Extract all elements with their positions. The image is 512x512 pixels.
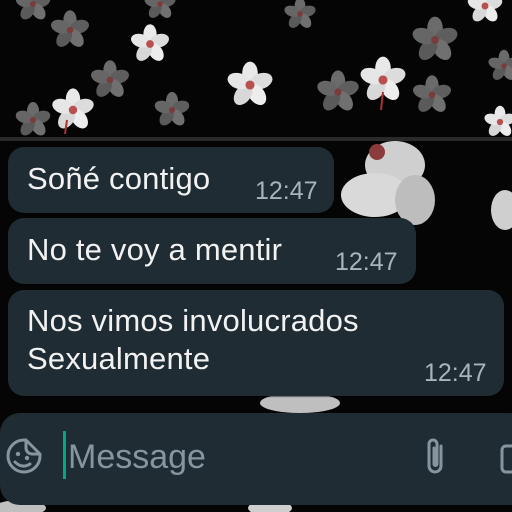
message-timestamp: 12:47 — [335, 248, 398, 276]
message-text: Soñé contigo — [27, 161, 211, 196]
message-input[interactable] — [68, 432, 398, 482]
message-timestamp: 12:47 — [255, 177, 318, 205]
message-bubble[interactable]: Nos vimos involucrados Sexualmente 12:47 — [8, 290, 504, 396]
wallpaper-divider — [0, 137, 512, 141]
message-text: Nos vimos involucrados Sexualmente — [27, 303, 359, 376]
emoji-sticker-icon[interactable] — [4, 436, 44, 476]
message-text: No te voy a mentir — [27, 232, 283, 267]
paperclip-icon[interactable] — [421, 436, 451, 478]
message-bubble[interactable]: Soñé contigo 12:47 — [8, 147, 334, 213]
message-bubble[interactable]: No te voy a mentir 12:47 — [8, 218, 416, 284]
message-timestamp: 12:47 — [424, 359, 487, 387]
camera-icon[interactable] — [499, 440, 512, 476]
text-cursor — [63, 431, 66, 479]
chat-screen: Soñé contigo 12:47 No te voy a mentir 12… — [0, 0, 512, 512]
